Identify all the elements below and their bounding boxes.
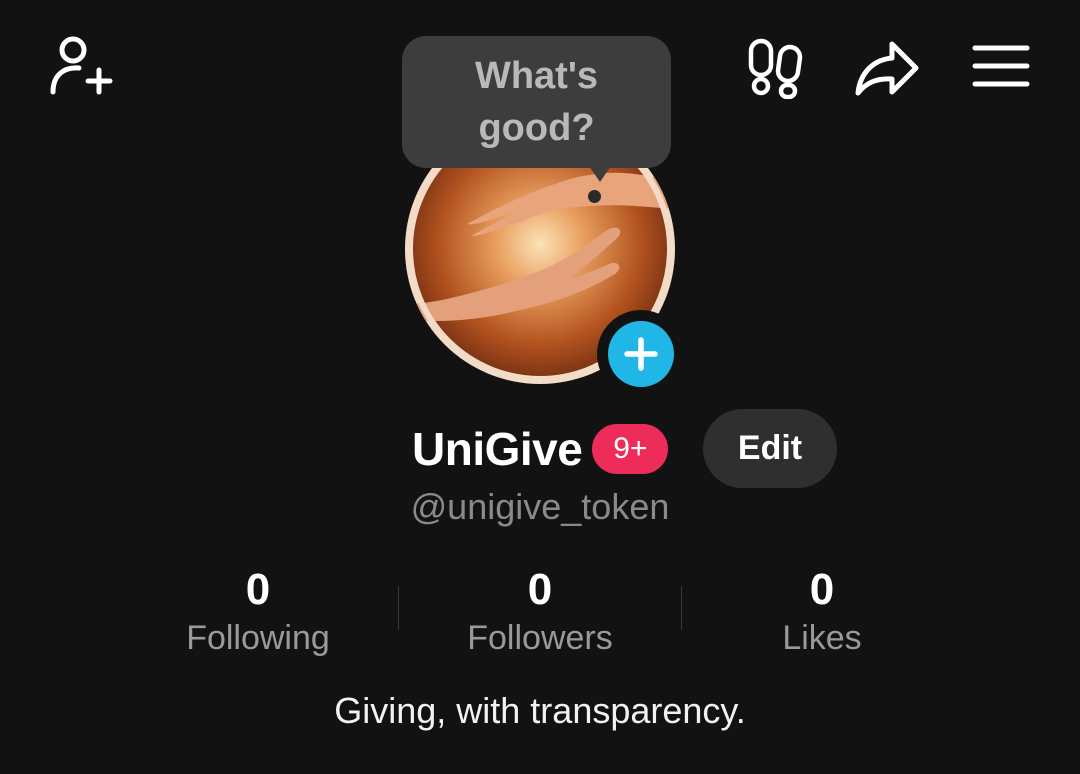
likes-label: Likes — [782, 619, 862, 657]
followers-label: Followers — [467, 619, 613, 657]
profile-bio: Giving, with transparency. — [334, 690, 746, 731]
following-count: 0 — [245, 565, 271, 614]
status-bubble-dot — [588, 190, 601, 203]
followers-count: 0 — [527, 565, 553, 614]
add-story-circle — [608, 321, 674, 387]
hamburger-menu-icon — [972, 45, 1030, 87]
username-handle: @unigive_token — [410, 486, 670, 527]
edit-profile-button[interactable]: Edit — [703, 409, 837, 488]
stat-likes[interactable]: 0 Likes — [702, 562, 942, 658]
likes-count: 0 — [809, 565, 835, 614]
share-arrow-icon — [855, 41, 919, 96]
stat-divider — [398, 586, 399, 630]
stat-following[interactable]: 0 Following — [138, 562, 378, 658]
person-plus-icon — [50, 36, 113, 95]
name-row: UniGive 9+ — [412, 414, 669, 484]
status-bubble-text: What's good? — [474, 55, 599, 149]
menu-button[interactable] — [968, 38, 1034, 94]
plus-icon — [624, 337, 658, 371]
stat-followers[interactable]: 0 Followers — [420, 562, 660, 658]
notification-badge[interactable]: 9+ — [592, 424, 669, 474]
stat-divider — [681, 586, 682, 630]
display-name: UniGive — [412, 423, 583, 475]
add-friend-button[interactable] — [40, 30, 116, 100]
profile-views-button[interactable] — [742, 36, 808, 100]
status-bubble-tail — [589, 166, 611, 182]
status-bubble[interactable]: What's good? — [402, 36, 671, 168]
add-story-button[interactable] — [597, 310, 685, 398]
footprints-icon — [748, 38, 803, 99]
following-label: Following — [186, 619, 330, 657]
share-button[interactable] — [850, 36, 924, 100]
